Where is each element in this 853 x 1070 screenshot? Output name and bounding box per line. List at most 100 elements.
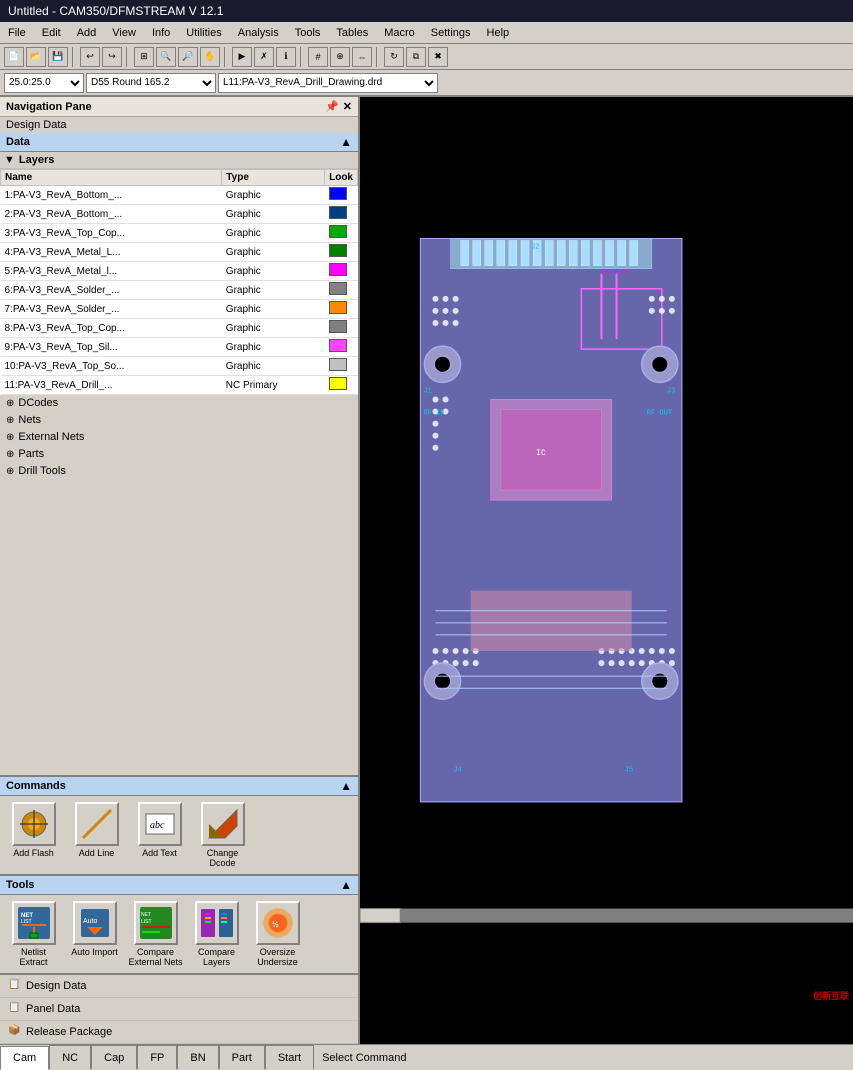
tab-bn[interactable]: BN (177, 1045, 218, 1069)
sep3 (224, 47, 228, 67)
layer-look (325, 224, 358, 243)
cmd-change-dcode[interactable]: Change Dcode (195, 802, 250, 868)
tool-compare-external-nets[interactable]: NETLISTCompare External Nets (128, 901, 183, 967)
menu-item-edit[interactable]: Edit (34, 25, 69, 41)
tree-item-nets[interactable]: ⊕Nets (0, 412, 358, 429)
tree-item-parts[interactable]: ⊕Parts (0, 446, 358, 463)
menu-item-utilities[interactable]: Utilities (178, 25, 229, 41)
layer-row[interactable]: 6:PA-V3_RevA_Solder_... Graphic (1, 281, 358, 300)
canvas-area[interactable]: GND VDD (360, 97, 853, 1044)
dcode-combo[interactable]: D55 Round 165.2 (86, 73, 216, 93)
data-section-header[interactable]: Data ▲ (0, 133, 358, 152)
pin-icon[interactable]: 📌 (325, 100, 339, 113)
layer-row[interactable]: 4:PA-V3_RevA_Metal_L... Graphic (1, 243, 358, 262)
menu-item-add[interactable]: Add (69, 25, 105, 41)
layers-expand[interactable]: ▼ (4, 154, 15, 166)
tree-label: DCodes (18, 397, 58, 409)
delete-btn[interactable]: ✖ (428, 47, 448, 67)
layer-combo[interactable]: L11:PA-V3_RevA_Drill_Drawing.drd (218, 73, 438, 93)
left-scroll[interactable]: Data ▲ ▼ Layers Name Type Look (0, 133, 358, 775)
menu-item-settings[interactable]: Settings (423, 25, 479, 41)
layer-row[interactable]: 9:PA-V3_RevA_Top_Sil... Graphic (1, 338, 358, 357)
menu-item-analysis[interactable]: Analysis (230, 25, 287, 41)
svg-text:LIST: LIST (141, 919, 152, 925)
cmd-label: Add Line (79, 848, 115, 858)
mirror-btn[interactable]: ⇔ (352, 47, 372, 67)
data-collapse-arrow[interactable]: ▲ (340, 135, 352, 149)
select-btn[interactable]: ▶ (232, 47, 252, 67)
close-pane-icon[interactable]: ✕ (343, 100, 352, 113)
bottom-nav-release-package[interactable]: 📦Release Package (0, 1021, 358, 1044)
layer-name: 1:PA-V3_RevA_Bottom_... (1, 186, 222, 205)
deselect-btn[interactable]: ✗ (254, 47, 274, 67)
left-panel: Navigation Pane 📌 ✕ Design Data Data ▲ (0, 97, 360, 1044)
layer-type: Graphic (222, 357, 325, 376)
tool-icon: NETLIST (134, 901, 178, 945)
tab-nc[interactable]: NC (49, 1045, 91, 1069)
grid-btn[interactable]: # (308, 47, 328, 67)
zoom-all-btn[interactable]: ⊞ (134, 47, 154, 67)
snap-combo[interactable]: 25.0:25.0 (4, 73, 84, 93)
zoom-out-btn[interactable]: 🔎 (178, 47, 198, 67)
commands-header[interactable]: Commands ▲ (0, 777, 358, 796)
layer-row[interactable]: 8:PA-V3_RevA_Top_Cop... Graphic (1, 319, 358, 338)
snap-btn[interactable]: ⊕ (330, 47, 350, 67)
menu-item-macro[interactable]: Macro (376, 25, 423, 41)
pan-btn[interactable]: ✋ (200, 47, 220, 67)
cmd-add-text[interactable]: abcAdd Text (132, 802, 187, 868)
tree-expand-icon: ⊕ (6, 449, 14, 460)
layer-type: Graphic (222, 186, 325, 205)
svg-text:GND: GND (601, 269, 612, 276)
bottom-nav-panel-data[interactable]: 📋Panel Data (0, 998, 358, 1021)
tool-auto-import[interactable]: AutoAuto Import (67, 901, 122, 967)
zoom-in-btn[interactable]: 🔍 (156, 47, 176, 67)
tools-header[interactable]: Tools ▲ (0, 876, 358, 895)
open-btn[interactable]: 📂 (26, 47, 46, 67)
layer-row[interactable]: 2:PA-V3_RevA_Bottom_... Graphic (1, 205, 358, 224)
tool-oversize-undersize[interactable]: ½Oversize Undersize (250, 901, 305, 967)
tab-part[interactable]: Part (219, 1045, 265, 1069)
layers-header[interactable]: ▼ Layers (0, 152, 358, 169)
tab-start[interactable]: Start (265, 1045, 314, 1069)
layer-type: Graphic (222, 224, 325, 243)
redo-btn[interactable]: ↪ (102, 47, 122, 67)
menu-item-file[interactable]: File (0, 25, 34, 41)
copy-btn[interactable]: ⧉ (406, 47, 426, 67)
layer-row[interactable]: 11:PA-V3_RevA_Drill_... NC Primary (1, 376, 358, 395)
layer-row[interactable]: 3:PA-V3_RevA_Top_Cop... Graphic (1, 224, 358, 243)
tab-cap[interactable]: Cap (91, 1045, 137, 1069)
layer-look (325, 319, 358, 338)
layer-row[interactable]: 10:PA-V3_RevA_Top_So... Graphic (1, 357, 358, 376)
menu-item-info[interactable]: Info (144, 25, 178, 41)
layer-type: Graphic (222, 300, 325, 319)
commands-collapse[interactable]: ▲ (340, 779, 352, 793)
layers-table: Name Type Look 1:PA-V3_RevA_Bottom_... G… (0, 169, 358, 395)
tree-item-dcodes[interactable]: ⊕DCodes (0, 395, 358, 412)
save-btn[interactable]: 💾 (48, 47, 68, 67)
rotate-btn[interactable]: ↻ (384, 47, 404, 67)
layer-row[interactable]: 7:PA-V3_RevA_Solder_... Graphic (1, 300, 358, 319)
tab-cam[interactable]: Cam (0, 1046, 49, 1070)
cmd-add-flash[interactable]: Add Flash (6, 802, 61, 868)
tree-label: Drill Tools (18, 465, 65, 477)
layer-row[interactable]: 5:PA-V3_RevA_Metal_l... Graphic (1, 262, 358, 281)
undo-btn[interactable]: ↩ (80, 47, 100, 67)
commands-label: Commands (6, 780, 66, 792)
menu-item-tools[interactable]: Tools (287, 25, 329, 41)
svg-text:abc: abc (150, 820, 165, 831)
svg-text:IC: IC (536, 449, 546, 458)
tools-collapse[interactable]: ▲ (340, 878, 352, 892)
tree-item-drill-tools[interactable]: ⊕Drill Tools (0, 463, 358, 480)
menu-item-help[interactable]: Help (479, 25, 518, 41)
tab-fp[interactable]: FP (137, 1045, 177, 1069)
bottom-nav-design-data[interactable]: 📋Design Data (0, 975, 358, 998)
layer-row[interactable]: 1:PA-V3_RevA_Bottom_... Graphic (1, 186, 358, 205)
new-btn[interactable]: 📄 (4, 47, 24, 67)
menu-item-view[interactable]: View (104, 25, 144, 41)
properties-btn[interactable]: ℹ (276, 47, 296, 67)
tree-item-external-nets[interactable]: ⊕External Nets (0, 429, 358, 446)
tool-compare-layers[interactable]: Compare Layers (189, 901, 244, 967)
menu-item-tables[interactable]: Tables (328, 25, 376, 41)
cmd-add-line[interactable]: Add Line (69, 802, 124, 868)
tool-netlist-extract[interactable]: NETLISTNetlist Extract (6, 901, 61, 967)
